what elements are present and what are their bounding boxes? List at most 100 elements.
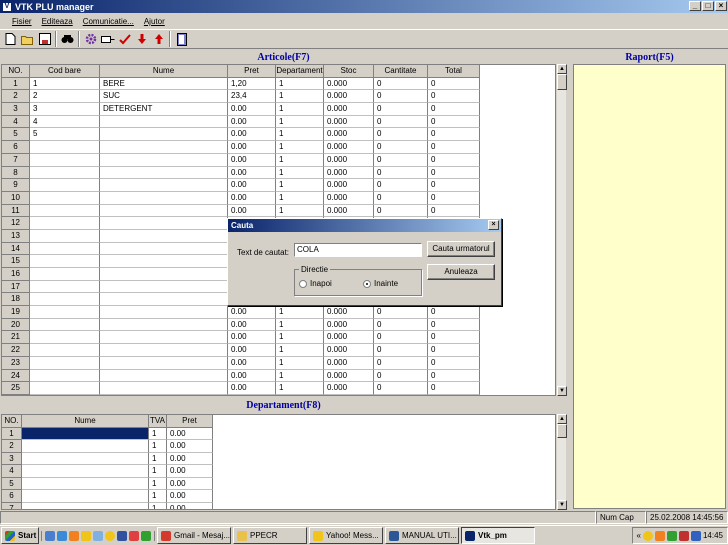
table-cell[interactable] (30, 255, 100, 268)
table-cell[interactable] (100, 242, 228, 256)
table-row[interactable]: 21 0.00 1 0.000 0 0 (2, 331, 555, 345)
table-cell[interactable]: 0.00 (228, 103, 276, 116)
table-cell[interactable]: 0.00 (167, 452, 213, 466)
table-row[interactable]: 5 5 0.00 1 0.000 0 0 (2, 128, 555, 142)
table-cell[interactable]: 0 (428, 318, 480, 332)
table-cell[interactable]: 0.000 (324, 191, 374, 205)
media-icon[interactable] (129, 530, 139, 541)
table-cell[interactable] (22, 477, 149, 491)
table-cell[interactable] (100, 166, 228, 180)
table-cell[interactable]: 1 (276, 369, 324, 383)
table-cell[interactable]: 0.00 (167, 502, 213, 509)
table-cell[interactable]: 0 (428, 331, 480, 345)
tray-messenger-icon[interactable] (642, 530, 653, 541)
table-cell[interactable]: 0 (428, 141, 480, 154)
table-cell[interactable] (30, 153, 100, 167)
table-cell[interactable]: 0 (374, 318, 428, 332)
table-row[interactable]: 22 0.00 1 0.000 0 0 (2, 344, 555, 357)
table-cell[interactable] (100, 318, 228, 332)
table-cell[interactable]: 0 (374, 166, 428, 180)
dialog-close-button[interactable]: × (488, 220, 499, 230)
table-cell[interactable]: 0 (428, 369, 480, 383)
table-cell[interactable]: DETERGENT (100, 103, 228, 116)
menu-editeaza[interactable]: Editeaza (42, 17, 73, 26)
table-cell[interactable] (30, 344, 100, 357)
table-cell[interactable]: 0 (374, 191, 428, 205)
table-row[interactable]: 20 0.00 1 0.000 0 0 (2, 318, 555, 332)
table-cell[interactable]: 0.00 (228, 115, 276, 129)
column-header-3[interactable]: Pret (167, 415, 213, 428)
column-header-2[interactable]: TVA (149, 415, 167, 428)
departament-scrollbar[interactable]: ▲ ▼ (556, 414, 567, 510)
table-cell[interactable]: 0.000 (324, 369, 374, 383)
selected-cell[interactable] (22, 427, 149, 441)
table-cell[interactable]: 1 (276, 191, 324, 205)
messenger-icon[interactable] (81, 530, 91, 541)
table-cell[interactable]: 0 (428, 204, 480, 218)
table-cell[interactable]: 0 (428, 191, 480, 205)
table-row[interactable]: 5 1 0.00 (2, 477, 555, 491)
table-row[interactable]: 4 1 0.00 (2, 465, 555, 478)
table-cell[interactable]: 0.00 (228, 153, 276, 167)
table-cell[interactable] (100, 306, 228, 319)
table-row[interactable]: 10 0.00 1 0.000 0 0 (2, 191, 555, 205)
table-cell[interactable]: 1 (276, 153, 324, 167)
table-cell[interactable]: 0 (428, 115, 480, 129)
table-cell[interactable] (22, 502, 149, 509)
table-cell[interactable] (100, 204, 228, 218)
table-cell[interactable]: 1 (276, 128, 324, 142)
tray-expand-icon[interactable]: « (637, 531, 641, 540)
table-cell[interactable]: 1 (149, 502, 167, 509)
table-cell[interactable]: 0.00 (167, 465, 213, 478)
table-cell[interactable]: 1 (276, 318, 324, 332)
table-row[interactable]: 24 0.00 1 0.000 0 0 (2, 369, 555, 383)
radio-forward[interactable]: Inainte (363, 279, 398, 288)
column-header-0[interactable]: NO. (2, 65, 30, 78)
table-cell[interactable]: 1 (276, 344, 324, 357)
tray-app-icon[interactable] (654, 530, 665, 541)
table-cell[interactable]: 1 (276, 382, 324, 395)
table-cell[interactable] (30, 318, 100, 332)
table-row[interactable]: 8 0.00 1 0.000 0 0 (2, 166, 555, 180)
table-row[interactable]: 7 0.00 1 0.000 0 0 (2, 153, 555, 167)
table-cell[interactable] (100, 268, 228, 281)
table-row[interactable]: 1 1 0.00 (2, 427, 555, 441)
table-cell[interactable]: 4 (30, 115, 100, 129)
table-cell[interactable]: 0.000 (324, 382, 374, 395)
table-cell[interactable] (30, 242, 100, 256)
table-cell[interactable] (30, 369, 100, 383)
table-cell[interactable]: 0.00 (167, 440, 213, 453)
table-cell[interactable]: 0.00 (228, 318, 276, 332)
table-cell[interactable]: 1 (276, 356, 324, 370)
table-cell[interactable]: 1 (276, 179, 324, 192)
taskbar-button[interactable]: MANUAL UTI... (385, 527, 459, 544)
table-cell[interactable]: 0.000 (324, 356, 374, 370)
table-cell[interactable] (30, 229, 100, 243)
departament-grid[interactable]: NO. Nume TVA Pret 1 1 0.00 2 1 0.00 3 1 0.00 4 1 0.00 5… (1, 414, 556, 510)
column-header-1[interactable]: Cod bare (30, 65, 100, 78)
table-row[interactable]: 4 4 0.00 1 0.000 0 0 (2, 115, 555, 129)
table-cell[interactable] (100, 191, 228, 205)
table-cell[interactable] (30, 268, 100, 281)
firefox-icon[interactable] (69, 530, 79, 541)
menu-fisier[interactable]: Fisier (12, 17, 32, 26)
table-cell[interactable]: 23,4 (228, 90, 276, 104)
column-header-1[interactable]: Nume (22, 415, 149, 428)
table-cell[interactable]: 0.00 (228, 141, 276, 154)
table-cell[interactable]: 1 (149, 440, 167, 453)
table-cell[interactable]: 1 (30, 77, 100, 91)
maximize-button[interactable]: □ (702, 1, 714, 11)
table-cell[interactable]: 1 (276, 115, 324, 129)
table-cell[interactable]: 0.000 (324, 153, 374, 167)
table-row[interactable]: 25 0.00 1 0.000 0 0 (2, 382, 555, 395)
table-cell[interactable]: 0 (374, 369, 428, 383)
table-cell[interactable] (100, 115, 228, 129)
table-cell[interactable]: 0 (428, 382, 480, 395)
table-row[interactable]: 11 0.00 1 0.000 0 0 (2, 204, 555, 218)
radio-forward-dot[interactable] (363, 279, 371, 288)
table-cell[interactable] (22, 452, 149, 466)
table-cell[interactable] (100, 217, 228, 230)
table-cell[interactable]: 0 (374, 77, 428, 91)
table-cell[interactable] (100, 179, 228, 192)
scroll-up-button[interactable]: ▲ (557, 64, 567, 74)
